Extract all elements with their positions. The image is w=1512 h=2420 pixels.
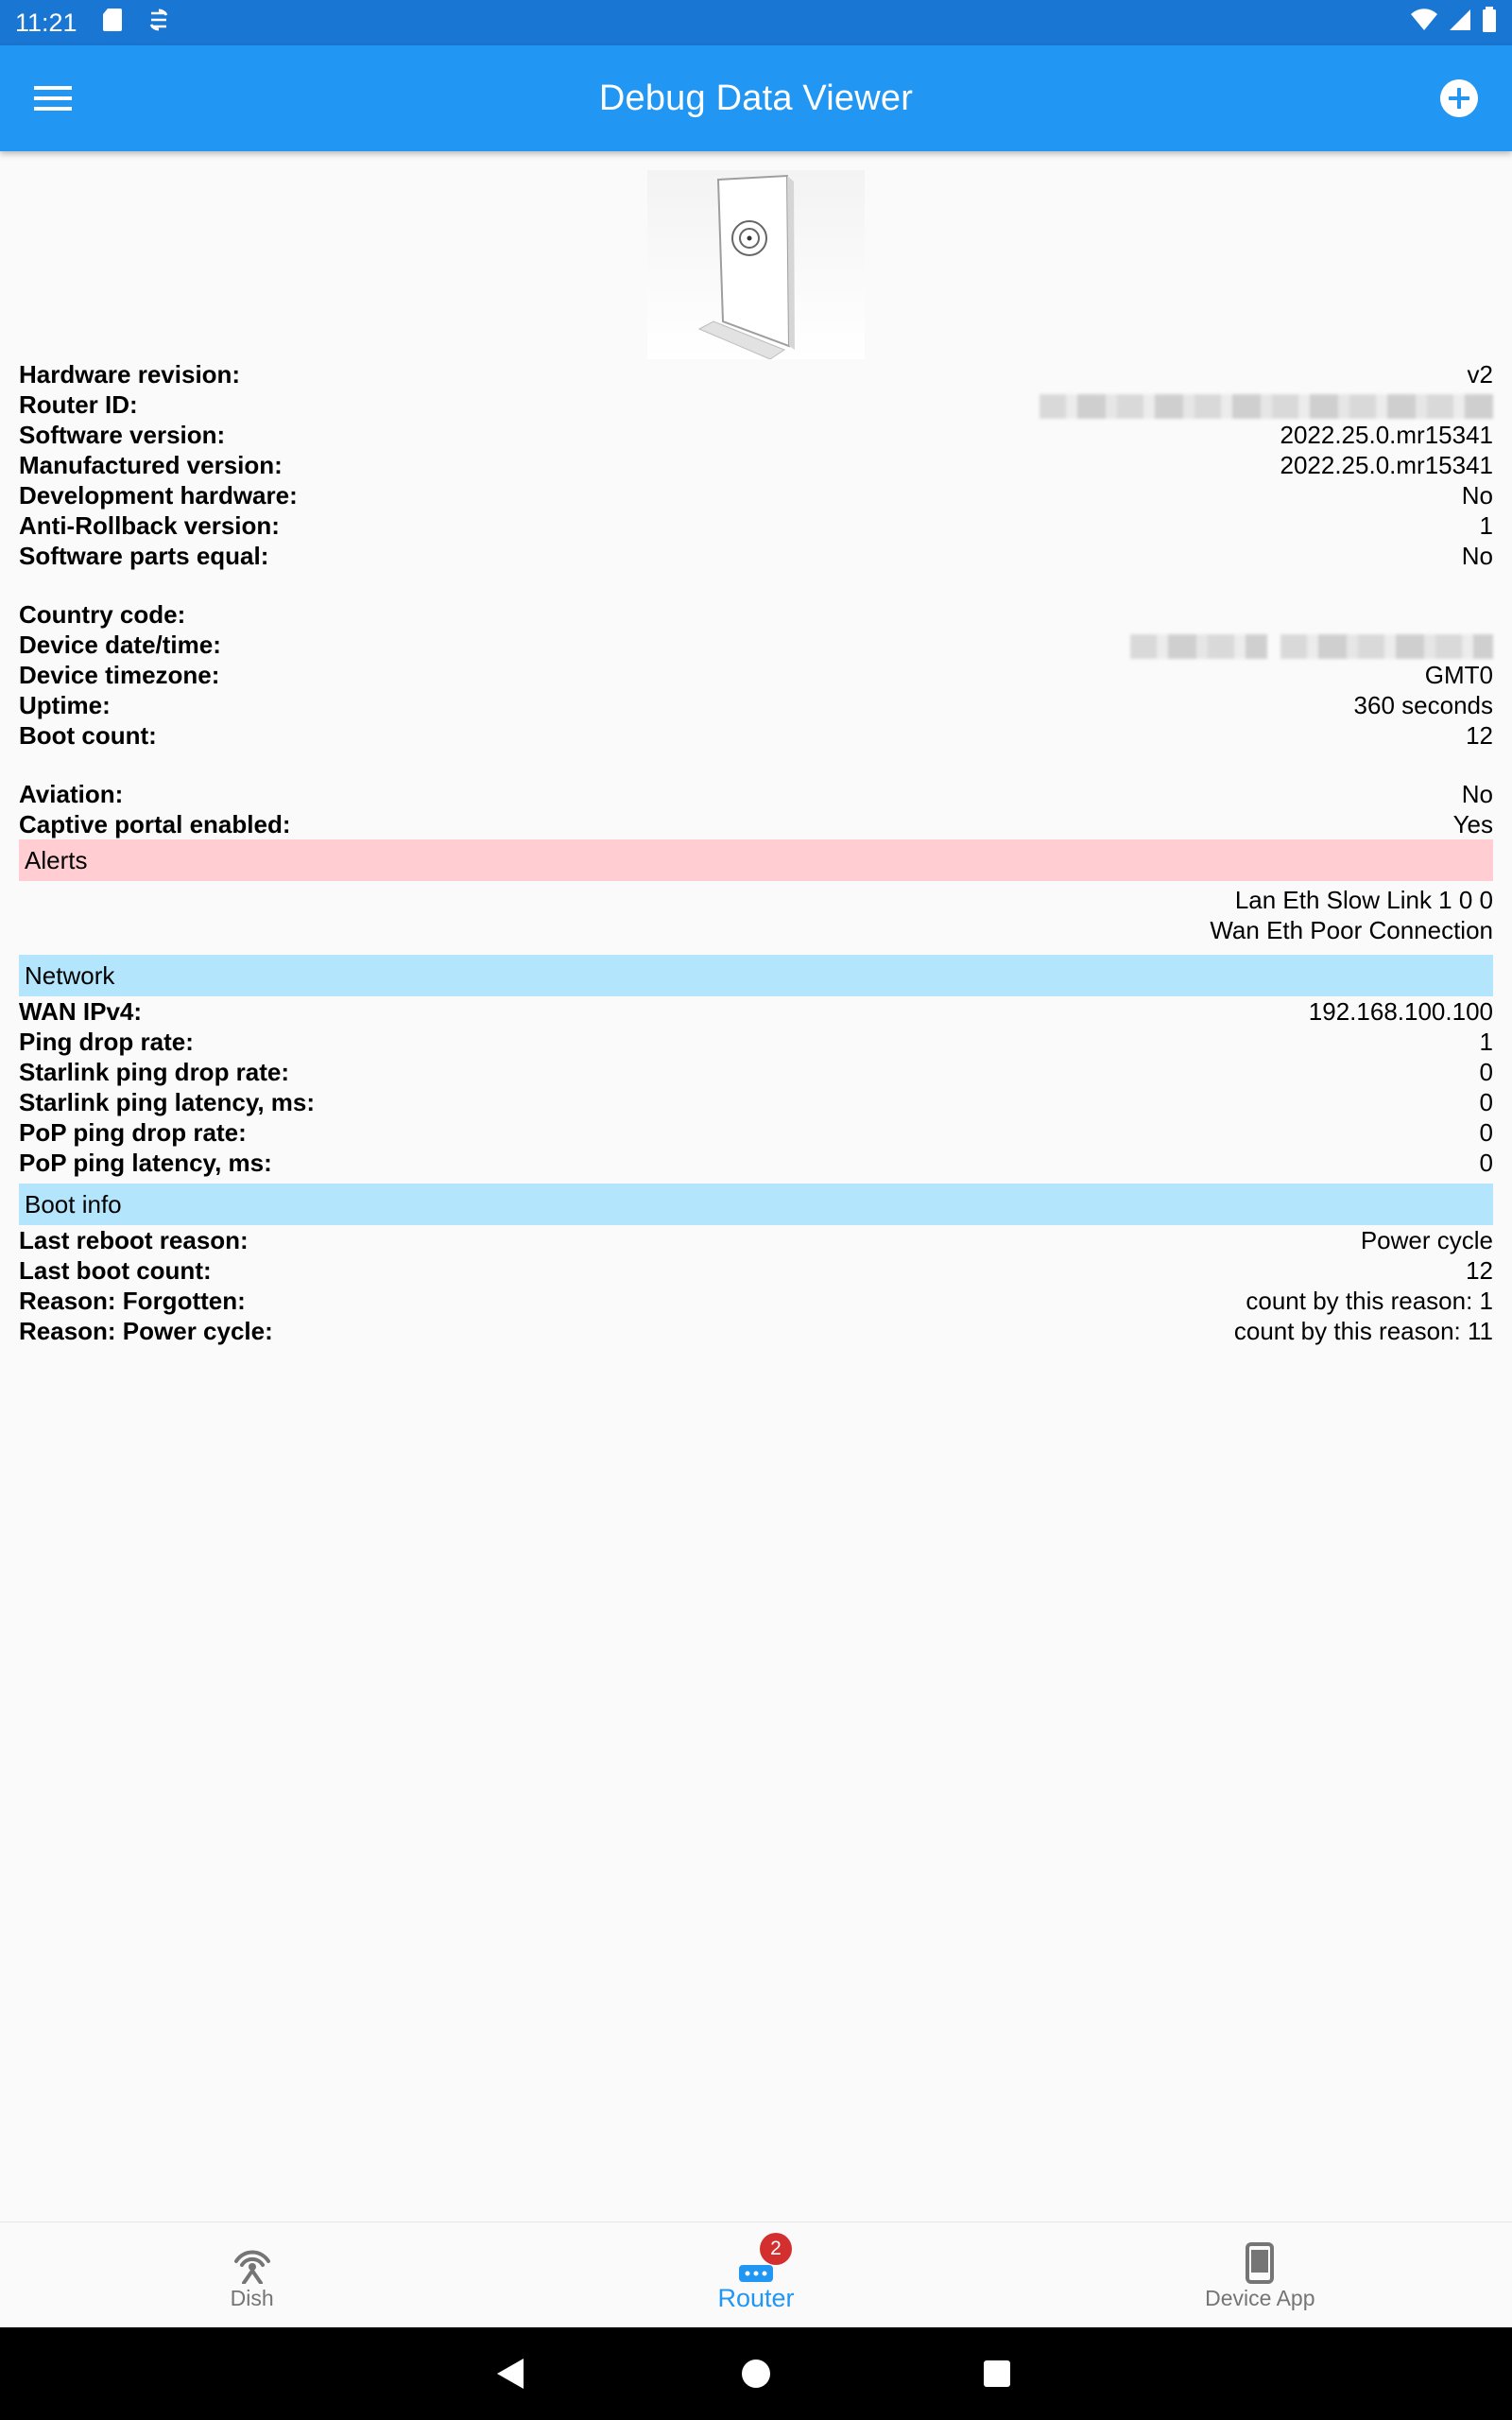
add-button[interactable] [1433,72,1486,125]
hamburger-icon [34,86,72,111]
router-image [647,170,865,360]
nav-item-device-app[interactable]: Device App [1008,2222,1512,2327]
content-scroll[interactable]: Hardware revision: v2 Router ID: Softwar… [0,151,1512,2221]
info-row-manufactured-version: Manufactured version: 2022.25.0.mr15341 [19,451,1493,479]
boot-row-reason-power-cycle: Reason: Power cycle: count by this reaso… [19,1317,1493,1345]
info-row-hardware-revision: Hardware revision: v2 [19,360,1493,389]
info-row-uptime: Uptime: 360 seconds [19,691,1493,719]
boot-info-section-header: Boot info [19,1184,1493,1225]
wifi-icon [1410,8,1438,39]
nav-label-router: Router [717,2284,795,2312]
phone-icon [1246,2242,1275,2284]
alert-item: Lan Eth Slow Link 1 0 0 [1234,886,1493,914]
back-triangle-icon [497,2359,524,2389]
redacted-time [1280,634,1493,660]
network-row-pop-ping-latency: PoP ping latency, ms: 0 [19,1149,1493,1177]
nav-item-dish[interactable]: Dish [0,2222,504,2327]
alerts-section-header: Alerts [19,839,1493,881]
boot-row-reason-forgotten: Reason: Forgotten: count by this reason:… [19,1287,1493,1315]
status-bar: 11:21 [0,0,1512,45]
battery-icon [1482,6,1497,40]
info-row-router-id: Router ID: [19,389,1493,420]
nav-label-dish: Dish [230,2286,274,2310]
info-row-software-parts-equal: Software parts equal: No [19,542,1493,570]
network-row-ping-drop-rate: Ping drop rate: 1 [19,1028,1493,1056]
system-navigation-bar [0,2327,1512,2420]
redacted-router-id [1040,394,1493,420]
info-row-development-hardware: Development hardware: No [19,481,1493,510]
boot-row-last-reboot-reason: Last reboot reason: Power cycle [19,1226,1493,1254]
nav-item-router[interactable]: 2 Router [504,2222,1007,2327]
router-icon [738,2265,773,2282]
bottom-navigation: Dish 2 Router Device App [0,2221,1512,2327]
app-bar: Debug Data Viewer [0,45,1512,151]
alert-item: Wan Eth Poor Connection [1210,916,1493,944]
recents-square-icon [984,2360,1010,2387]
recents-button[interactable] [973,2350,1021,2397]
boot-row-last-boot-count: Last boot count: 12 [19,1256,1493,1285]
home-button[interactable] [732,2350,780,2397]
home-circle-icon [742,2360,770,2388]
info-row-boot-count: Boot count: 12 [19,721,1493,750]
sync-icon [147,8,170,39]
network-section-header: Network [19,955,1493,996]
nav-label-device-app: Device App [1205,2286,1315,2310]
redacted-date [1129,634,1267,660]
info-row-device-timezone: Device timezone: GMT0 [19,661,1493,689]
signal-icon [1448,8,1472,39]
network-row-starlink-ping-latency: Starlink ping latency, ms: 0 [19,1088,1493,1116]
router-info: Hardware revision: v2 Router ID: Softwar… [19,359,1493,1346]
add-circle-icon [1440,79,1478,117]
network-row-starlink-ping-drop-rate: Starlink ping drop rate: 0 [19,1058,1493,1086]
network-row-wan-ipv4: WAN IPv4: 192.168.100.100 [19,997,1493,1026]
sd-card-icon [102,8,123,39]
network-row-pop-ping-drop-rate: PoP ping drop rate: 0 [19,1118,1493,1147]
info-row-anti-rollback: Anti-Rollback version: 1 [19,511,1493,540]
info-row-device-datetime: Device date/time: [19,630,1493,660]
router-notification-badge: 2 [759,2233,792,2265]
status-time: 11:21 [15,8,77,37]
back-button[interactable] [487,2350,534,2397]
page-title: Debug Data Viewer [598,78,914,118]
info-row-software-version: Software version: 2022.25.0.mr15341 [19,421,1493,449]
info-row-aviation: Aviation: No [19,780,1493,808]
dish-icon [233,2250,270,2284]
info-row-country-code: Country code: [19,600,186,629]
info-row-captive-portal: Captive portal enabled: Yes [19,810,1493,838]
menu-button[interactable] [26,74,79,123]
